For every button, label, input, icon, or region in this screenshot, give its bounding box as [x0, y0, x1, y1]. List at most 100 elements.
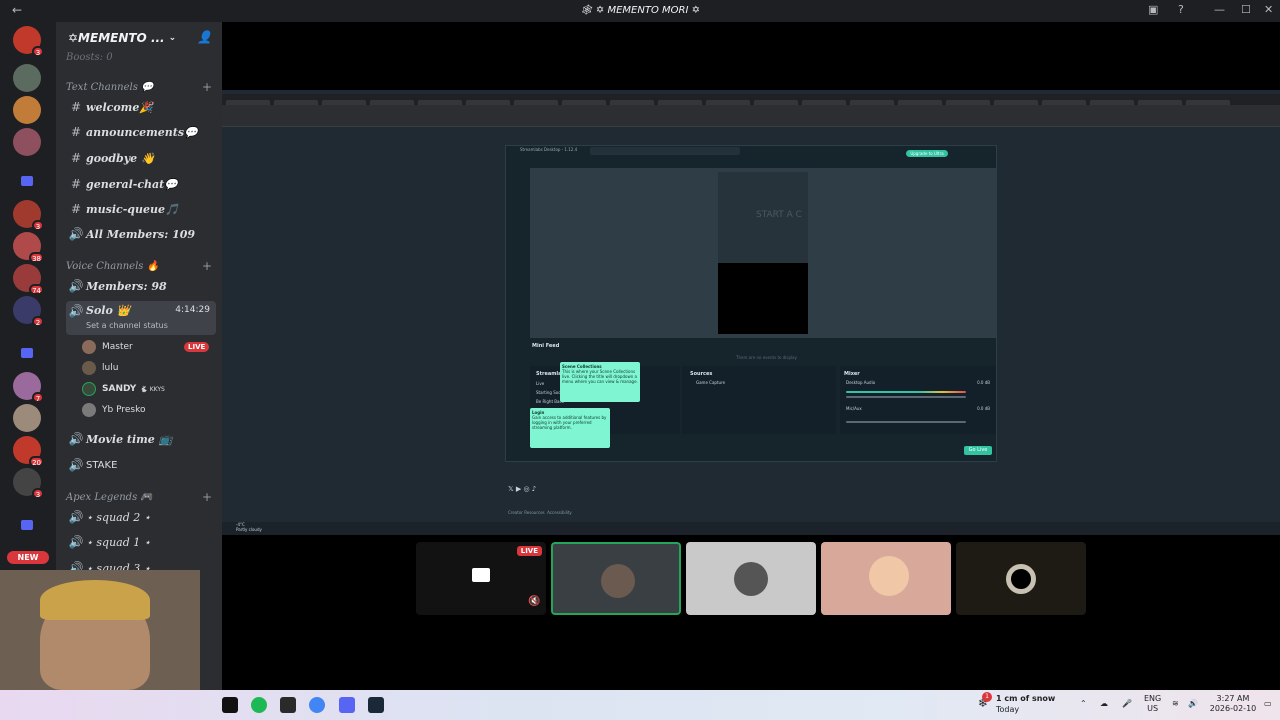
- channel-members[interactable]: 🔊 Members: 98: [66, 275, 216, 297]
- server-icon[interactable]: [13, 96, 41, 124]
- boosts-label: Boosts: 0: [66, 52, 113, 63]
- speaker-icon: 🔊: [68, 458, 84, 472]
- folder-icon[interactable]: [21, 348, 33, 358]
- discord-icon[interactable]: [339, 697, 355, 713]
- hash-icon: #: [70, 100, 82, 114]
- streamer-taskbar: -4°C Partly cloudy: [222, 522, 1280, 535]
- server-icon[interactable]: 74: [13, 264, 44, 295]
- steam-icon[interactable]: [368, 697, 384, 713]
- footer-links: Creator Resources Accessibility: [508, 510, 572, 515]
- category-apex-legends[interactable]: Apex Legends 🎮 +: [66, 490, 212, 504]
- category-voice-channels[interactable]: Voice Channels 🔥 +: [66, 259, 212, 273]
- channel-music-queue[interactable]: # music-queue🎵: [66, 198, 216, 220]
- sources-panel: Sources Game Capture: [682, 366, 836, 434]
- channel-movie-time[interactable]: 🔊 Movie time 📺: [66, 428, 216, 450]
- category-text-channels[interactable]: Text Channels 💬 +: [66, 80, 212, 94]
- minimize-icon[interactable]: —: [1214, 3, 1225, 16]
- server-icon[interactable]: [13, 128, 41, 156]
- server-header[interactable]: ✡MEMENTO ... ⌄ 👤: [56, 22, 222, 54]
- mixer-db: 0.0 dB: [977, 380, 990, 385]
- app-icon[interactable]: [280, 697, 296, 713]
- stream-view[interactable]: Streamlabs Desktop - 1.12.4 Upgrade to U…: [222, 90, 1280, 535]
- chrome-icon[interactable]: [309, 697, 325, 713]
- server-icon[interactable]: 20: [13, 436, 44, 467]
- streamlabs-window[interactable]: Streamlabs Desktop - 1.12.4 Upgrade to U…: [505, 145, 997, 462]
- search-bar[interactable]: [590, 147, 740, 155]
- mini-feed-empty: There are no events to display: [736, 355, 797, 360]
- channel-solo[interactable]: 🔊 Solo 👑 4:14:29 Set a channel status: [66, 301, 216, 335]
- chevron-down-icon: ⌄: [168, 33, 177, 43]
- participant-tile[interactable]: [551, 542, 681, 615]
- participant-tile[interactable]: [686, 542, 816, 615]
- add-channel-icon[interactable]: +: [202, 259, 212, 273]
- server-icon[interactable]: [13, 64, 41, 92]
- server-icon[interactable]: 2: [13, 296, 44, 327]
- stream-tile[interactable]: LIVE 🔇: [416, 542, 546, 615]
- muted-icon: 🔇: [528, 596, 541, 607]
- mini-feed-title: Mini Feed: [532, 343, 560, 349]
- channel-status[interactable]: Set a channel status: [86, 321, 168, 330]
- server-icon[interactable]: 3: [13, 468, 44, 499]
- browser-address-bar[interactable]: [222, 105, 1280, 117]
- server-icon[interactable]: 3: [13, 200, 44, 231]
- folder-icon[interactable]: [21, 176, 33, 186]
- voice-user[interactable]: SANDY 🐇 KKYS: [82, 380, 165, 398]
- channel-stake[interactable]: 🔊 STAKE: [66, 454, 216, 476]
- hash-icon: #: [70, 202, 82, 216]
- wifi-icon[interactable]: ≋: [1172, 699, 1179, 709]
- channel-welcome[interactable]: # welcome🎉: [66, 96, 216, 118]
- go-live-button[interactable]: Go Live: [964, 446, 992, 455]
- mixer-track: Desktop Audio: [846, 380, 876, 385]
- volume-slider[interactable]: [846, 421, 966, 423]
- participant-tile[interactable]: [956, 542, 1086, 615]
- voice-user[interactable]: lulu: [82, 359, 118, 377]
- clock[interactable]: 3:27 AM 2026-02-10: [1208, 694, 1258, 714]
- participant-tile[interactable]: [821, 542, 951, 615]
- spotify-icon[interactable]: [251, 697, 267, 713]
- mixer-panel: Mixer Desktop Audio 0.0 dB Mic/Aux 0.0 d…: [840, 366, 996, 434]
- scene-item[interactable]: Live: [536, 381, 544, 386]
- chevron-up-icon[interactable]: ⌃: [1080, 699, 1087, 709]
- language-indicator[interactable]: ENG US: [1144, 694, 1161, 714]
- server-icon[interactable]: 7: [13, 372, 44, 403]
- avatar: [82, 361, 96, 375]
- canvas-dark-region: [718, 263, 808, 334]
- add-member-icon[interactable]: 👤: [197, 30, 212, 44]
- speaker-active-icon: 🔊: [68, 304, 84, 318]
- windows-taskbar: ❄ 1 1 cm of snow Today ⌃ ☁ 🎤 ENG US ≋ 🔊 3…: [0, 690, 1280, 720]
- help-icon[interactable]: ?: [1178, 3, 1184, 16]
- add-channel-icon[interactable]: +: [202, 490, 212, 504]
- webcam-overlay: [0, 570, 200, 690]
- server-icon[interactable]: 3: [13, 26, 44, 57]
- inbox-icon[interactable]: ▣: [1148, 3, 1158, 16]
- volume-slider[interactable]: [846, 396, 966, 398]
- tiktok-icon[interactable]: [222, 697, 238, 713]
- maximize-icon[interactable]: ☐: [1241, 3, 1251, 16]
- mixer-db: 0.0 dB: [977, 406, 990, 411]
- live-badge: LIVE: [516, 546, 542, 556]
- channel-goodbye[interactable]: # goodbye 👋: [66, 147, 216, 169]
- server-icon[interactable]: 38: [13, 232, 44, 263]
- server-icon[interactable]: [13, 404, 41, 432]
- close-icon[interactable]: ✕: [1264, 3, 1273, 16]
- volume-icon[interactable]: 🔊: [1188, 699, 1198, 709]
- voice-user[interactable]: Master: [82, 338, 133, 356]
- folder-icon[interactable]: [21, 520, 33, 530]
- microphone-icon[interactable]: 🎤: [1122, 699, 1132, 709]
- channel-general-chat[interactable]: # general-chat💬: [66, 173, 216, 195]
- avatar: [601, 564, 635, 598]
- channel-all-members[interactable]: 🔊 All Members: 109: [66, 223, 216, 245]
- voice-user[interactable]: Yb Presko: [82, 401, 145, 419]
- social-icons[interactable]: 𝕏 ▶ ◎ ♪: [508, 485, 536, 493]
- add-channel-icon[interactable]: +: [202, 80, 212, 94]
- upgrade-button[interactable]: Upgrade to Ultra: [906, 150, 948, 157]
- source-item[interactable]: Game Capture: [696, 380, 725, 385]
- channel-squad-2[interactable]: 🔊 ⋆ squad 2 ⋆: [66, 506, 216, 528]
- channel-announcements[interactable]: # announcements💬: [66, 121, 216, 143]
- scene-canvas[interactable]: START A C: [718, 172, 808, 334]
- avatar: [82, 382, 96, 396]
- network-icon[interactable]: ☁: [1100, 699, 1108, 709]
- bookmarks-bar: [222, 117, 1280, 127]
- browser-tab-strip: [222, 94, 1280, 107]
- notification-icon[interactable]: ▭: [1264, 699, 1272, 709]
